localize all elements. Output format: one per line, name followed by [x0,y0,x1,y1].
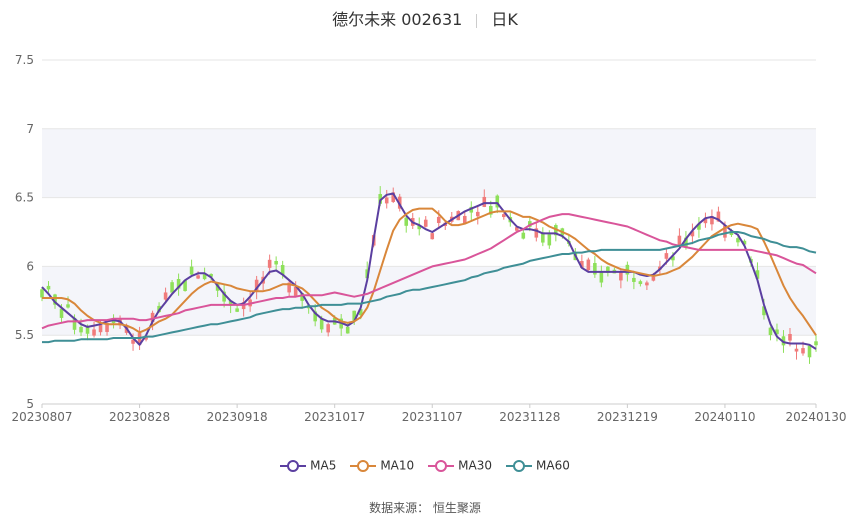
y-tick-label: 7.5 [15,53,34,67]
candle-body [326,324,330,333]
candle [697,217,701,238]
x-tick-label: 20240110 [694,410,755,424]
x-tick-label: 20230828 [109,410,170,424]
candle [710,209,714,231]
candle-body [345,326,350,334]
candle-body [436,216,441,224]
legend-label: MA5 [310,458,337,473]
y-tick-label: 5.5 [15,328,34,342]
y-tick-label: 5 [26,397,34,411]
candle-body [788,333,792,341]
candle-body [599,272,604,283]
x-tick-label: 20231107 [402,410,463,424]
y-tick-label: 7 [26,122,34,136]
candle [423,216,428,228]
candle-body [619,271,623,281]
candle [807,343,812,364]
candle-body [801,348,805,354]
candle [690,223,695,245]
candle [189,259,194,276]
x-tick-label: 20231017 [304,410,365,424]
candle-body [46,285,51,290]
candle-body [475,211,480,217]
legend-item-ma10[interactable]: MA10 [350,458,414,473]
legend-marker-icon [350,459,377,472]
x-axis: 20230807 20230828 20230918 20231017 20231107… [11,403,847,424]
x-tick-label: 20231219 [597,410,658,424]
candle [475,204,480,225]
legend-item-ma60[interactable]: MA60 [506,458,570,473]
candle-body [384,197,389,204]
candle-body [163,292,168,300]
x-tick-label: 20230918 [207,410,268,424]
candle-body [430,233,435,240]
candle-body [586,259,591,271]
candle-body [807,345,812,358]
x-tick-label: 20240130 [785,410,846,424]
candle [794,343,799,360]
grid-band [42,128,816,198]
y-tick-label: 6 [26,259,34,273]
candle-body [462,215,467,224]
candle-body [664,253,669,259]
legend-label: MA10 [380,458,415,473]
legend-marker-icon [280,459,307,472]
candle-body [482,196,487,207]
candle-body [267,259,272,268]
y-axis: 5 5.5 6 6.5 7 7.5 [15,53,34,411]
candle-body [235,308,239,312]
candle-body [547,234,552,246]
legend-marker-icon [428,459,455,472]
candle-body [59,308,64,318]
candle-body [645,282,649,286]
candle-body [677,235,682,246]
candle-body [79,326,83,333]
background-bands [42,128,816,336]
candle-body [521,232,526,239]
legend-item-ma30[interactable]: MA30 [428,458,492,473]
candle [469,201,474,221]
legend-item-ma5[interactable]: MA5 [280,458,336,473]
candle-body [638,281,643,285]
candle-body [404,217,409,226]
y-tick-label: 6.5 [15,191,34,205]
candle-body [92,329,96,336]
candle-body [196,275,200,279]
candlestick-chart: 55.566.577.5 20230807 20230828 20230918 202… [11,53,847,424]
candle [541,227,545,247]
candle-body [170,282,174,293]
data-source: 数据来源： 恒生聚源 [369,501,481,515]
candle [521,229,526,240]
candle-body [189,266,194,275]
grid-lines [42,59,816,405]
x-tick-label: 20231128 [499,410,560,424]
candle-body [632,277,636,282]
legend-label: MA30 [458,458,493,473]
candle-body [768,327,773,336]
candle-body [423,219,428,227]
candle-body [66,304,70,308]
x-tick-label: 20230807 [11,410,72,424]
legend-label: MA60 [536,458,570,473]
candle-body [651,276,656,281]
grid-band [42,266,816,336]
candle-body [794,348,799,352]
candle [554,223,558,242]
candle-body [814,341,818,346]
candle-body [274,260,278,265]
candle-body [98,324,103,333]
candle-body [40,289,44,298]
legend-marker-icon [506,459,533,472]
legend: MA5 MA10 MA30 MA60 [0,458,850,473]
